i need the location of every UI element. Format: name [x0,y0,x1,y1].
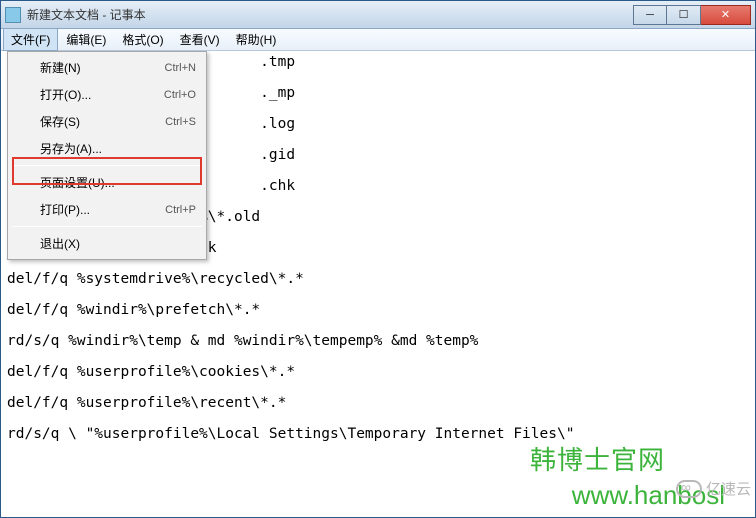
menu-item-open[interactable]: 打开(O)... Ctrl+O [10,81,204,108]
menu-item-shortcut: Ctrl+O [164,89,196,101]
menu-view[interactable]: 查看(V) [172,28,228,51]
menu-item-print[interactable]: 打印(P)... Ctrl+P [10,196,204,223]
menu-edit[interactable]: 编辑(E) [58,28,114,51]
watermark-text-1: 韩博士官网 [530,440,665,477]
watermark-brand: 亿速云 [676,478,751,499]
content-area: .tmp ._mp .log .gid .chk del/f/s/q %syst… [1,51,755,517]
menu-item-label: 新建(N) [40,59,165,76]
close-button[interactable]: ✕ [701,5,751,25]
menu-separator [12,226,202,227]
menu-item-label: 页面设置(U)... [40,174,196,191]
menu-bar: 文件(F) 编辑(E) 格式(O) 查看(V) 帮助(H) [1,29,755,51]
app-icon [5,7,21,23]
menu-item-exit[interactable]: 退出(X) [10,230,204,257]
file-menu-dropdown: 新建(N) Ctrl+N 打开(O)... Ctrl+O 保存(S) Ctrl+… [7,51,207,260]
menu-item-label: 打开(O)... [40,86,164,103]
menu-item-save-as[interactable]: 另存为(A)... [10,135,204,162]
menu-item-new[interactable]: 新建(N) Ctrl+N [10,54,204,81]
menu-item-shortcut: Ctrl+S [165,116,196,128]
menu-item-page-setup[interactable]: 页面设置(U)... [10,169,204,196]
menu-item-label: 打印(P)... [40,201,165,218]
maximize-button[interactable]: ☐ [667,5,701,25]
menu-item-shortcut: Ctrl+N [165,62,196,74]
menu-file[interactable]: 文件(F) [3,28,58,51]
minimize-button[interactable]: ─ [633,5,667,25]
menu-item-shortcut: Ctrl+P [165,204,196,216]
menu-separator [12,165,202,166]
menu-item-save[interactable]: 保存(S) Ctrl+S [10,108,204,135]
menu-item-label: 退出(X) [40,235,196,252]
menu-item-label: 另存为(A)... [40,140,196,157]
window-controls: ─ ☐ ✕ [633,5,751,25]
window-title: 新建文本文档 - 记事本 [27,6,633,23]
menu-item-label: 保存(S) [40,113,165,130]
title-bar[interactable]: 新建文本文档 - 记事本 ─ ☐ ✕ [1,1,755,29]
watermark-brand-label: 亿速云 [706,478,751,499]
cloud-icon [676,480,702,498]
menu-format[interactable]: 格式(O) [114,28,171,51]
app-window: 新建文本文档 - 记事本 ─ ☐ ✕ 文件(F) 编辑(E) 格式(O) 查看(… [0,0,756,518]
menu-help[interactable]: 帮助(H) [228,28,285,51]
